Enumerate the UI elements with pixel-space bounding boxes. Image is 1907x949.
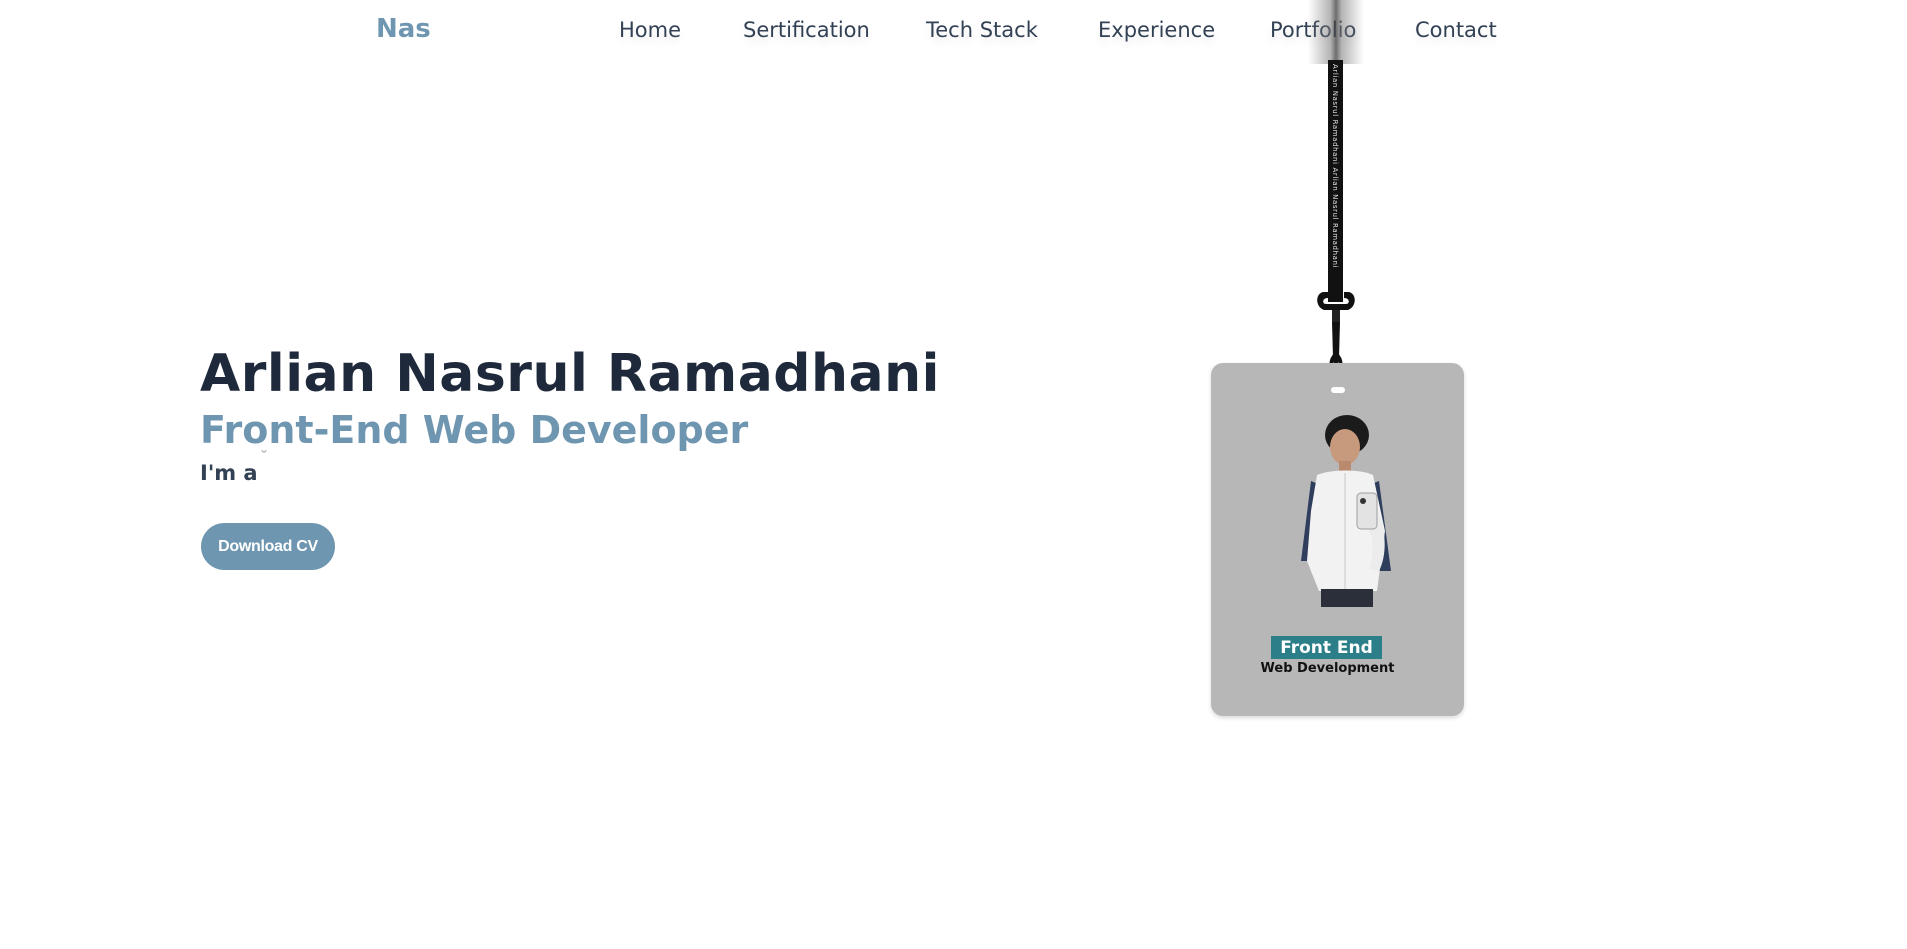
strap-label: Arlian Nasrul Ramadhani Arlian Nasrul Ra… — [1331, 64, 1339, 269]
hero-name: Arlian Nasrul Ramadhani — [200, 344, 940, 404]
nav-link-home[interactable]: Home — [619, 18, 681, 42]
hero-intro: I'm a — [200, 461, 258, 485]
badge-tag: Front End — [1271, 636, 1382, 659]
nav-link-tech-stack[interactable]: Tech Stack — [926, 18, 1038, 42]
badge-subtitle: Web Development — [1260, 661, 1395, 676]
typing-caret-icon: ˘ — [260, 448, 268, 467]
nav-link-sertification[interactable]: Sertification — [743, 18, 870, 42]
lanyard-strap-text: Arlian Nasrul Ramadhani Arlian Nasrul Ra… — [1328, 62, 1343, 300]
id-badge-card[interactable]: Front End Web Development — [1211, 363, 1464, 716]
badge-hole — [1331, 387, 1345, 393]
portrait-photo — [1301, 415, 1391, 607]
download-cv-button[interactable]: Download CV — [201, 523, 335, 570]
nav-link-contact[interactable]: Contact — [1415, 18, 1497, 42]
hero-role: Front-End Web Developer — [200, 408, 749, 452]
page: Nas Home Sertification Tech Stack Experi… — [0, 0, 1907, 949]
nav-link-experience[interactable]: Experience — [1098, 18, 1215, 42]
lanyard-fade — [1308, 0, 1364, 64]
navbar: Nas Home Sertification Tech Stack Experi… — [0, 0, 1907, 62]
site-logo[interactable]: Nas — [376, 14, 431, 44]
